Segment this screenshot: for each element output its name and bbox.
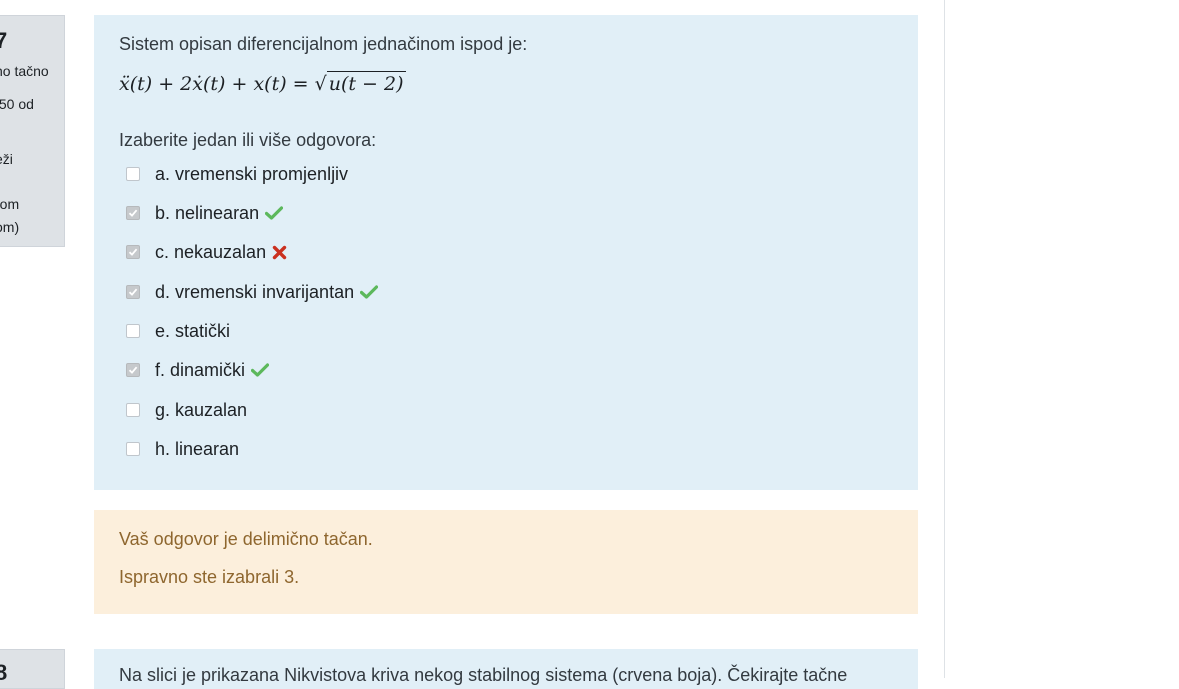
answer-label: b. nelinearan xyxy=(155,202,260,223)
feedback-box: Vaš odgovor je delimično tačan. Ispravno… xyxy=(94,510,918,614)
answer-option[interactable]: c. nekauzalan xyxy=(126,240,287,264)
answer-option[interactable]: d. vremenski invarijantan xyxy=(126,280,379,304)
feedback-general: Vaš odgovor je delimično tačan. xyxy=(119,529,373,549)
correct-check-icon xyxy=(360,285,379,299)
info-line-edit-1: rom xyxy=(0,196,20,212)
question-text: Sistem opisan diferencijalnom jednačinom… xyxy=(119,34,528,54)
equation-lhs: ẍ(t) + 2ẋ(t) + x(t) = xyxy=(119,73,309,95)
info-line-status: no tačno xyxy=(0,63,49,79)
question-info-panel: 7 no tačno ,50 od eži rom om) xyxy=(0,15,65,247)
question-content: Sistem opisan diferencijalnom jednačinom… xyxy=(94,15,918,490)
incorrect-cross-icon xyxy=(272,245,287,260)
differential-equation: ẍ(t) + 2ẋ(t) + x(t) = √ u(t − 2) xyxy=(119,71,406,95)
next-question-content: Na slici je prikazana Nikvistova kriva n… xyxy=(94,649,918,689)
sqrt-sign: √ xyxy=(314,73,327,95)
answer-label: h. linearan xyxy=(155,438,240,459)
answer-checkbox[interactable] xyxy=(126,285,140,299)
answer-label: e. statički xyxy=(155,320,231,341)
answer-checkbox[interactable] xyxy=(126,363,140,377)
answer-option[interactable]: e. statički xyxy=(126,319,230,343)
answer-checkbox[interactable] xyxy=(126,206,140,220)
next-question-info-panel: 8 xyxy=(0,649,65,689)
answer-option[interactable]: b. nelinearan xyxy=(126,201,284,225)
answer-checkbox[interactable] xyxy=(126,324,140,338)
answer-option[interactable]: a. vremenski promjenljiv xyxy=(126,162,348,186)
page-divider xyxy=(944,0,945,678)
correct-check-icon xyxy=(251,363,270,377)
answer-option[interactable]: h. linearan xyxy=(126,437,239,461)
next-question-text: Na slici je prikazana Nikvistova kriva n… xyxy=(119,665,848,685)
next-question-number: 8 xyxy=(0,660,8,685)
question-number: 7 xyxy=(0,28,8,53)
info-line-edit-2: om) xyxy=(0,219,20,235)
answer-label: f. dinamički xyxy=(155,359,246,380)
answer-option[interactable]: f. dinamički xyxy=(126,358,270,382)
answer-option[interactable]: g. kauzalan xyxy=(126,398,247,422)
answer-label: a. vremenski promjenljiv xyxy=(155,163,349,184)
answer-label: c. nekauzalan xyxy=(155,241,267,262)
correct-check-icon xyxy=(265,206,284,220)
answer-checkbox[interactable] xyxy=(126,442,140,456)
answer-prompt: Izaberite jedan ili više odgovora: xyxy=(119,130,377,150)
info-line-flag[interactable]: eži xyxy=(0,151,13,167)
info-line-grade: ,50 od xyxy=(0,96,34,112)
answer-checkbox[interactable] xyxy=(126,167,140,181)
answer-label: g. kauzalan xyxy=(155,399,248,420)
equation-sqrt-argument: u(t − 2) xyxy=(326,71,406,95)
feedback-count: Ispravno ste izabrali 3. xyxy=(119,567,300,587)
answer-checkbox[interactable] xyxy=(126,245,140,259)
answer-label: d. vremenski invarijantan xyxy=(155,281,355,302)
answer-checkbox[interactable] xyxy=(126,403,140,417)
